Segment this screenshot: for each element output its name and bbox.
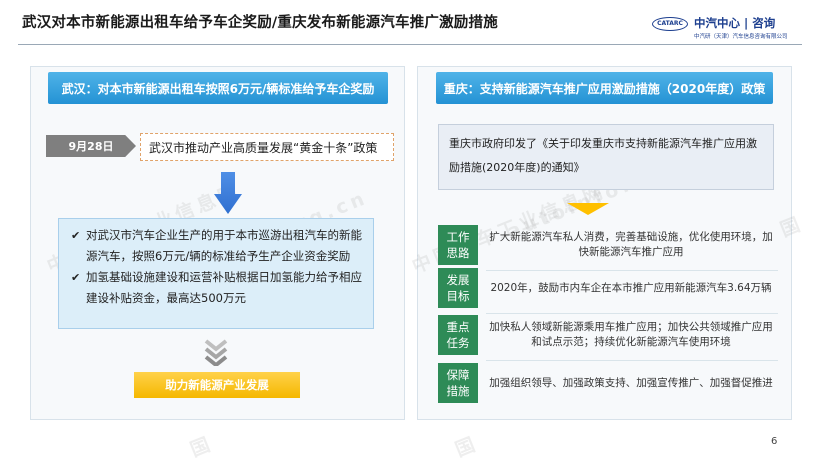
chongqing-banner: 重庆：支持新能源汽车推广应用激励措施（2020年度）政策 [436, 72, 773, 104]
row-divider [486, 313, 778, 314]
notice-box: 重庆市政府印发了《关于印发重庆市支持新能源汽车推广应用激励措施(2020年度)的… [438, 124, 774, 190]
wuhan-banner: 武汉：对本市新能源出租车按照6万元/辆标准给予车企奖励 [48, 72, 388, 104]
catarc-logo-mark: CATARC [652, 17, 688, 31]
row-text: 加快私人领域新能源乘用车推广应用；加快公共领域推广应用和试点示范；持续优化新能源… [489, 321, 773, 348]
triangle-down-icon [567, 200, 609, 219]
down-arrow-icon [214, 172, 242, 218]
logo-name: 中汽中心 | 咨询 [694, 16, 776, 30]
row-tag: 工作思路 [438, 225, 478, 265]
row-text: 2020年，鼓励市内车企在本市推广应用新能源汽车3.64万辆 [490, 281, 772, 294]
check-icon: ✔ [71, 271, 81, 284]
watermark-mark: 国 [187, 432, 217, 461]
policy-row-goal: 发展目标 2020年，鼓励市内车企在本市推广应用新能源汽车3.64万辆 [438, 268, 778, 314]
date-tag: 9月28日 [46, 135, 136, 157]
watermark-mark: 国 [452, 432, 482, 461]
check-icon: ✔ [71, 229, 81, 242]
title-divider [18, 44, 802, 45]
policy-row-work-idea: 工作思路 扩大新能源汽车私人消费，完善基础设施，优化使用环境，加快新能源汽车推广… [438, 225, 778, 271]
row-text: 加强组织领导、加强政策支持、加强宣传推广、加强督促推进 [489, 376, 773, 389]
row-tag: 保障措施 [438, 363, 478, 403]
page-title: 武汉对本市新能源出租车给予车企奖励/重庆发布新能源汽车推广激励措施 [22, 15, 498, 31]
list-item: ✔ 加氢基础设施建设和运营补贴根据日加氢能力给予相应建设补贴资金，最高达500万元 [71, 267, 363, 309]
policy-text: 武汉市推动产业高质量发展“黄金十条”政策 [149, 140, 378, 155]
chevron-down-icon [202, 338, 230, 370]
row-tag: 重点任务 [438, 315, 478, 355]
list-item: ✔ 对武汉市汽车企业生产的用于本市巡游出租汽车的新能源汽车，按照6万元/辆的标准给… [71, 225, 363, 267]
policy-row-key-tasks: 重点任务 加快私人领域新能源乘用车推广应用；加快公共领域推广应用和试点示范；持续… [438, 315, 778, 361]
row-text: 扩大新能源汽车私人消费，完善基础设施，优化使用环境，加快新能源汽车推广应用 [489, 231, 773, 258]
wuhan-measures-box: ✔ 对武汉市汽车企业生产的用于本市巡游出租汽车的新能源汽车，按照6万元/辆的标准给… [58, 218, 374, 329]
cta-badge: 助力新能源产业发展 [134, 372, 300, 398]
logo-subtitle: 中汽研（天津）汽车信息咨询有限公司 [694, 34, 788, 40]
policy-box: 武汉市推动产业高质量发展“黄金十条”政策 [140, 133, 394, 161]
policy-row-safeguards: 保障措施 加强组织领导、加强政策支持、加强宣传推广、加强督促推进 [438, 363, 778, 403]
company-logo: CATARC 中汽中心 | 咨询 中汽研（天津）汽车信息咨询有限公司 [652, 14, 804, 40]
row-divider [486, 360, 778, 361]
page-number: 6 [771, 436, 778, 447]
row-tag: 发展目标 [438, 268, 478, 308]
